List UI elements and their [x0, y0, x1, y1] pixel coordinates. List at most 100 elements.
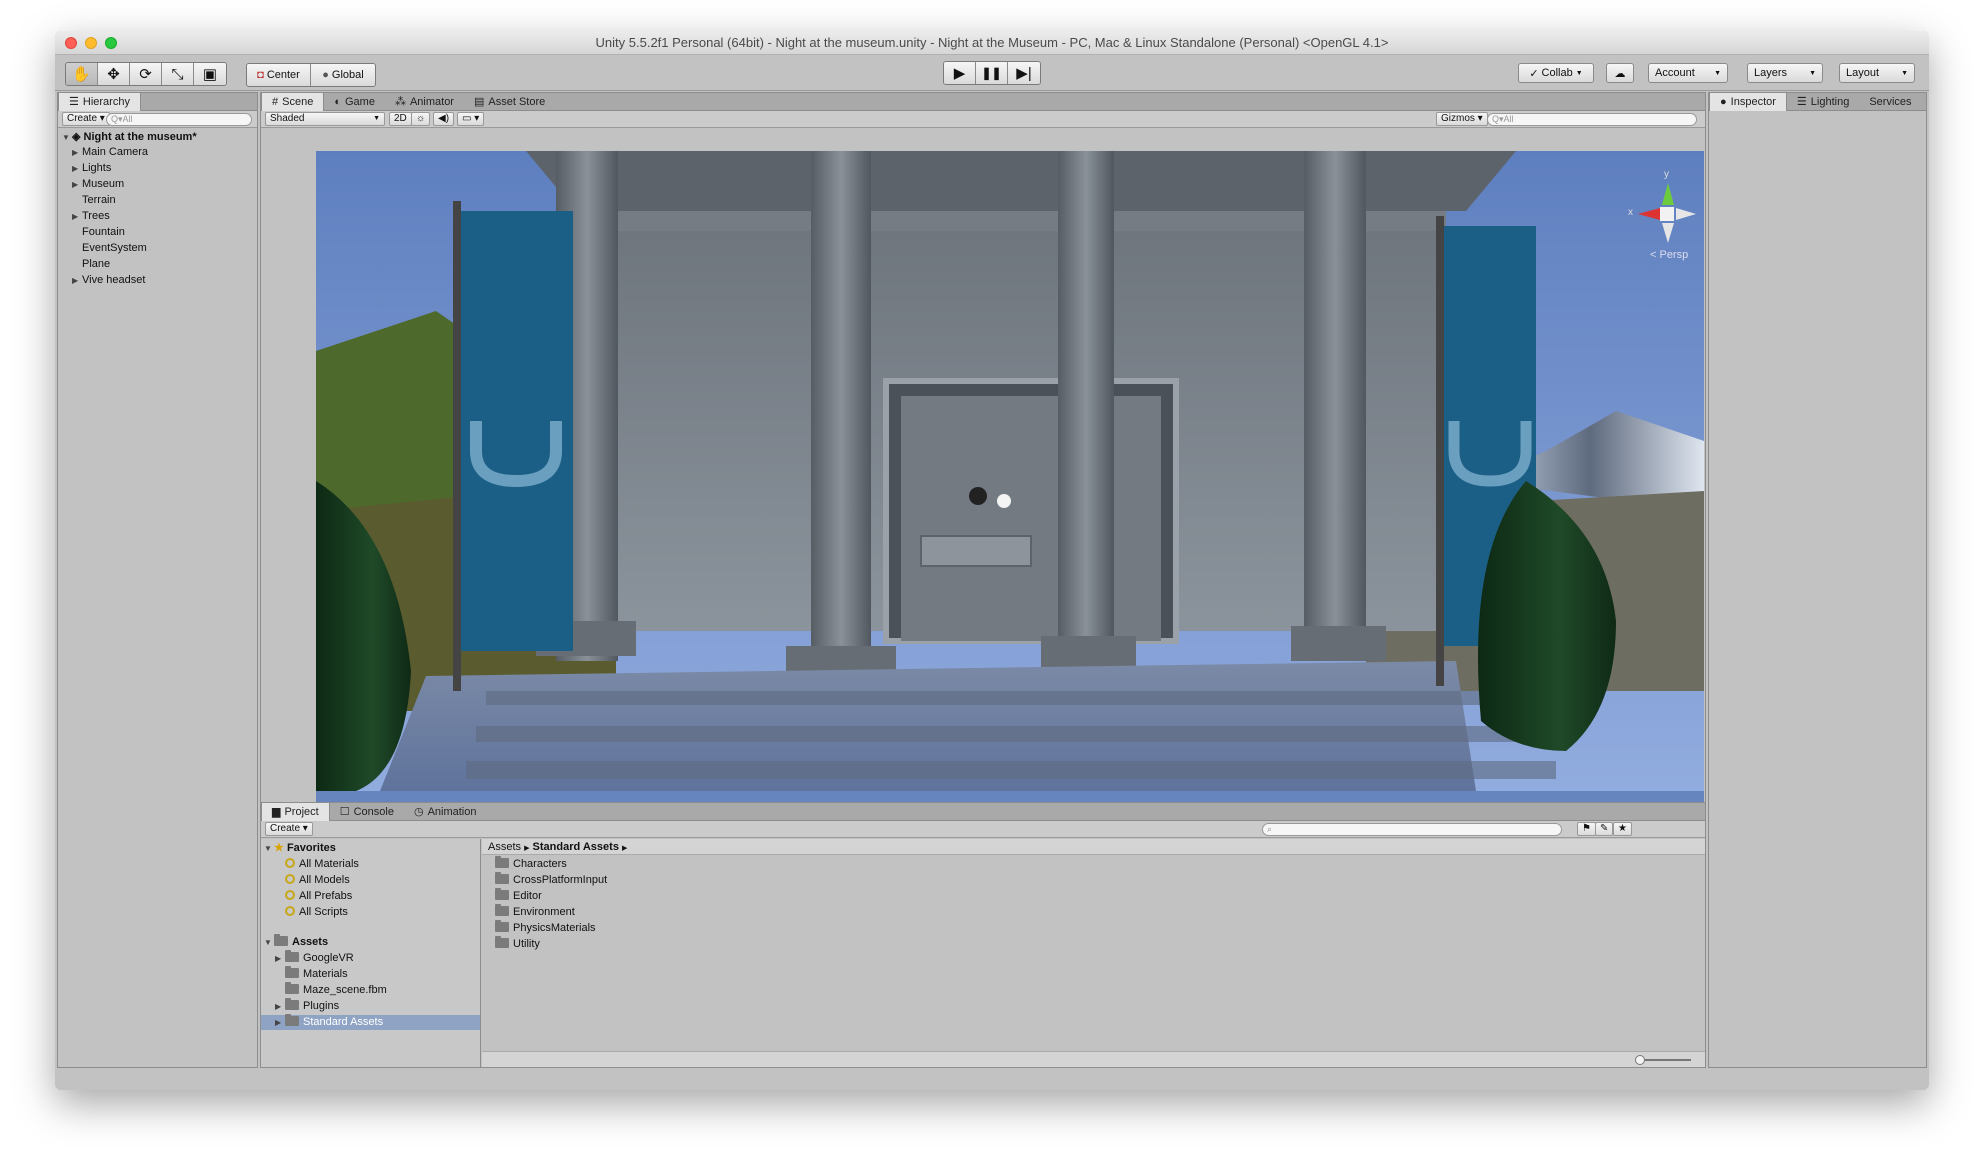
lighting-toggle-icon[interactable]: ☼ [411, 112, 431, 126]
favorites-star-icon[interactable]: ★ [1613, 822, 1632, 836]
favorites-item[interactable]: All Prefabs [285, 889, 352, 904]
collapsed-arrow-icon: ▶ [72, 164, 79, 173]
tab-lighting[interactable]: ☰ Lighting [1787, 93, 1859, 111]
hierarchy-item[interactable]: ▶ Main Camera [72, 145, 148, 160]
layers-dropdown[interactable]: Layers ▼ [1747, 63, 1823, 83]
collab-button[interactable]: ✓ Collab ▼ [1518, 63, 1594, 83]
museum-scene-render [316, 151, 1704, 826]
space-global-button[interactable]: ● Global [311, 64, 375, 86]
minimize-window-button[interactable] [85, 37, 97, 49]
cloud-button[interactable]: ☁ [1606, 63, 1634, 83]
scene-search-input[interactable]: Q▾All [1487, 113, 1697, 126]
account-label: Account [1655, 67, 1695, 79]
folder-item[interactable]: CrossPlatformInput [495, 872, 607, 888]
layout-dropdown[interactable]: Layout ▼ [1839, 63, 1915, 83]
search-icon [285, 874, 295, 884]
project-search-input[interactable]: ⌕ [1262, 823, 1562, 836]
orientation-gizmo[interactable]: y x < Persp [1626, 163, 1704, 261]
close-window-button[interactable] [65, 37, 77, 49]
step-icon[interactable]: ▶| [1008, 62, 1040, 84]
audio-toggle-icon[interactable]: ◀) [433, 112, 455, 126]
hand-tool-icon[interactable]: ✋ [66, 63, 98, 85]
folder-item[interactable]: PhysicsMaterials [495, 920, 596, 936]
hierarchy-item[interactable]: Terrain [72, 193, 116, 208]
pause-icon[interactable]: ❚❚ [976, 62, 1008, 84]
tab-inspector[interactable]: ● Inspector [1709, 93, 1787, 111]
breadcrumb-standard-assets[interactable]: Standard Assets [533, 841, 619, 853]
effects-toggle-icon[interactable]: ▭ ▾ [457, 112, 485, 126]
hierarchy-item[interactable]: ▶ Lights [72, 161, 111, 176]
gizmos-dropdown[interactable]: Gizmos ▾ [1436, 112, 1488, 126]
expanded-arrow-icon[interactable]: ▼ [264, 935, 274, 950]
folder-item[interactable]: Characters [495, 856, 567, 872]
tab-hierarchy[interactable]: ☰ Hierarchy [58, 93, 141, 111]
slider-handle[interactable] [1635, 1055, 1645, 1065]
expanded-arrow-icon[interactable]: ▼ [264, 841, 274, 856]
hierarchy-item[interactable]: ▶ Trees [72, 209, 110, 224]
hierarchy-search-input[interactable]: Q▾All [106, 113, 252, 126]
assets-header[interactable]: ▼ Assets [264, 934, 328, 950]
tab-animation[interactable]: ◷ Animation [404, 803, 487, 821]
account-dropdown[interactable]: Account ▼ [1648, 63, 1728, 83]
asset-item[interactable]: ▶ Plugins [261, 998, 480, 1014]
rotate-tool-icon[interactable]: ⟳ [130, 63, 162, 85]
pivot-center-button[interactable]: ◘ Center [247, 64, 311, 86]
shading-mode-dropdown[interactable]: Shaded ▼ [265, 112, 385, 126]
expanded-arrow-icon[interactable]: ▼ [62, 130, 72, 145]
play-controls: ▶ ❚❚ ▶| [943, 61, 1041, 85]
filter-by-label-icon[interactable]: ✎ [1595, 822, 1614, 836]
favorites-header[interactable]: ▼ ★ Favorites [264, 841, 336, 856]
tab-console[interactable]: ☐ Console [330, 803, 404, 821]
asset-item[interactable]: ▶ Standard Assets [261, 1014, 480, 1030]
tab-asset-store[interactable]: ▤ Asset Store [464, 93, 555, 111]
inspector-panel: ● Inspector ☰ Lighting Services [1708, 92, 1927, 1068]
hierarchy-item[interactable]: ▶ Museum [72, 177, 124, 192]
icon-size-slider[interactable] [1639, 1059, 1691, 1061]
favorites-item[interactable]: All Scripts [285, 905, 348, 920]
asset-item[interactable]: Materials [261, 966, 480, 982]
hierarchy-create-button[interactable]: Create ▾ [62, 112, 110, 126]
asset-item-label: Plugins [303, 1000, 340, 1012]
x-axis-cone [1638, 208, 1660, 220]
hierarchy-item[interactable]: EventSystem [72, 241, 147, 256]
rect-tool-icon[interactable]: ▣ [194, 63, 226, 85]
2d-toggle[interactable]: 2D [389, 112, 412, 126]
hierarchy-item[interactable]: ▶ Vive headset [72, 273, 145, 288]
favorites-item[interactable]: All Models [285, 873, 350, 888]
tab-services[interactable]: Services [1859, 93, 1921, 111]
scene-viewport[interactable]: y x < Persp [316, 151, 1704, 826]
hierarchy-item[interactable]: Fountain [72, 225, 125, 240]
folder-icon: ▆ [272, 806, 281, 818]
hierarchy-item[interactable]: Plane [72, 257, 110, 272]
project-tabs: ▆ Project ☐ Console ◷ Animation [261, 803, 1705, 821]
gizmo-center[interactable] [1660, 207, 1674, 221]
filter-by-type-icon[interactable]: ⚑ [1577, 822, 1596, 836]
project-footer [482, 1051, 1705, 1067]
zoom-window-button[interactable] [105, 37, 117, 49]
folder-item[interactable]: Utility [495, 936, 540, 952]
folder-item-label: Characters [513, 858, 567, 870]
scale-tool-icon[interactable]: ⤡ [162, 63, 194, 85]
tab-game[interactable]: ◐ Game [324, 93, 385, 111]
tab-animator[interactable]: ⁂ Animator [385, 93, 464, 111]
play-icon[interactable]: ▶ [944, 62, 976, 84]
asset-item[interactable]: ▶ GoogleVR [261, 950, 480, 966]
folder-item[interactable]: Editor [495, 888, 542, 904]
shading-label: Shaded [270, 113, 305, 124]
project-create-button[interactable]: Create ▾ [265, 822, 313, 836]
pacman-icon: ◐ [334, 96, 341, 108]
move-tool-icon[interactable]: ✥ [98, 63, 130, 85]
title-bar: Unity 5.5.2f1 Personal (64bit) - Night a… [55, 31, 1929, 55]
breadcrumb-assets[interactable]: Assets [488, 841, 521, 853]
favorites-item[interactable]: All Materials [285, 857, 359, 872]
tab-scene[interactable]: # Scene [261, 93, 325, 111]
tab-project[interactable]: ▆ Project [261, 803, 330, 821]
grid-icon: # [272, 96, 279, 108]
asset-item[interactable]: Maze_scene.fbm [261, 982, 480, 998]
y-axis-cone [1662, 183, 1674, 205]
scene-root[interactable]: ▼ ◈ Night at the museum* [62, 130, 197, 145]
folder-item[interactable]: Environment [495, 904, 575, 920]
check-icon: ✓ [1529, 67, 1539, 80]
persp-label[interactable]: < Persp [1650, 249, 1688, 261]
search-icon: ⌕ [1267, 824, 1273, 834]
